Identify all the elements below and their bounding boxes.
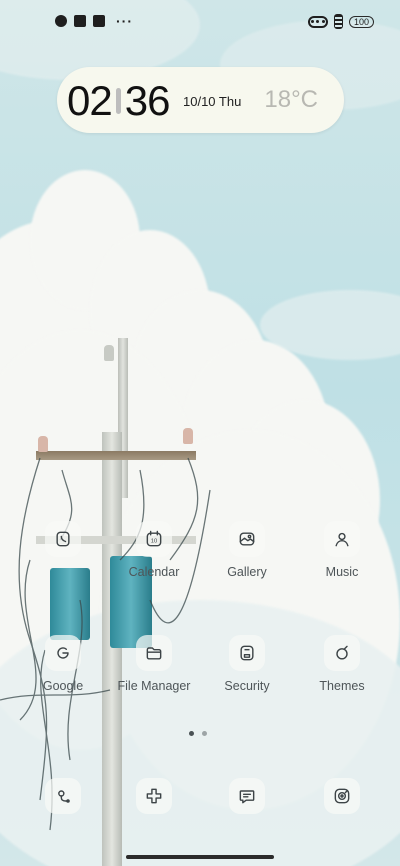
app-music[interactable]: Music (302, 521, 382, 579)
music-icon (324, 521, 360, 557)
app-google[interactable]: Google (23, 635, 103, 693)
more-notifications-icon: ··· (116, 13, 133, 29)
app-gallery[interactable]: Gallery (207, 521, 287, 579)
status-bar: ··· 100 (0, 12, 400, 34)
calendar-badge: 10 (151, 538, 158, 544)
app-security[interactable]: Security (207, 635, 287, 693)
clock-date: 10/10 Thu (183, 94, 242, 109)
app-calendar[interactable]: 10 Calendar (114, 521, 194, 579)
clock-hour: 02 (67, 77, 113, 124)
app-label: Gallery (227, 565, 267, 579)
music-player-icon (324, 778, 360, 814)
app-label: File Manager (117, 679, 191, 693)
themes-icon (324, 635, 360, 671)
dock-app-health[interactable] (114, 778, 194, 814)
page-dot-active (189, 731, 194, 736)
app-label: Security (224, 679, 270, 693)
app-themes[interactable]: Themes (302, 635, 382, 693)
app-label: Music (325, 565, 359, 579)
wifi-icon (307, 15, 328, 28)
calendar-icon: 10 (136, 521, 172, 557)
app-label: Calendar (128, 565, 180, 579)
upload-notification-icon (93, 15, 105, 27)
maps-icon (45, 778, 81, 814)
app-phone[interactable] (23, 521, 103, 565)
square-notification-icon (74, 15, 86, 27)
system-icons: 100 (307, 14, 374, 29)
page-indicator (189, 731, 207, 736)
dock-app-messages[interactable] (207, 778, 287, 814)
app-label: Google (42, 679, 84, 693)
phone-icon (45, 521, 81, 557)
folder-icon (136, 635, 172, 671)
clock-minute: 36 (124, 77, 171, 124)
page-dot (202, 731, 207, 736)
weather-temperature: 18°C (264, 86, 318, 113)
signal-icon (333, 14, 343, 29)
google-icon (45, 635, 81, 671)
app-file-manager[interactable]: File Manager (114, 635, 194, 693)
notification-icons: ··· (55, 13, 133, 29)
app-notification-icon (55, 15, 67, 27)
clock-time: 02 36 (67, 77, 171, 125)
messages-icon (229, 778, 265, 814)
gesture-nav-bar[interactable] (126, 855, 274, 859)
clock-weather-widget[interactable]: 02 36 10/10 Thu 18°C (57, 67, 344, 133)
health-icon (136, 778, 172, 814)
gallery-icon (229, 521, 265, 557)
security-icon (229, 635, 265, 671)
clock-separator (115, 88, 121, 114)
app-label: Themes (319, 679, 365, 693)
home-screen: ··· 100 02 36 10/10 Thu 18°C 10 Calendar (0, 0, 400, 866)
dock-app-maps[interactable] (23, 778, 103, 814)
battery-icon: 100 (348, 15, 374, 28)
dock-app-music-player[interactable] (302, 778, 382, 814)
